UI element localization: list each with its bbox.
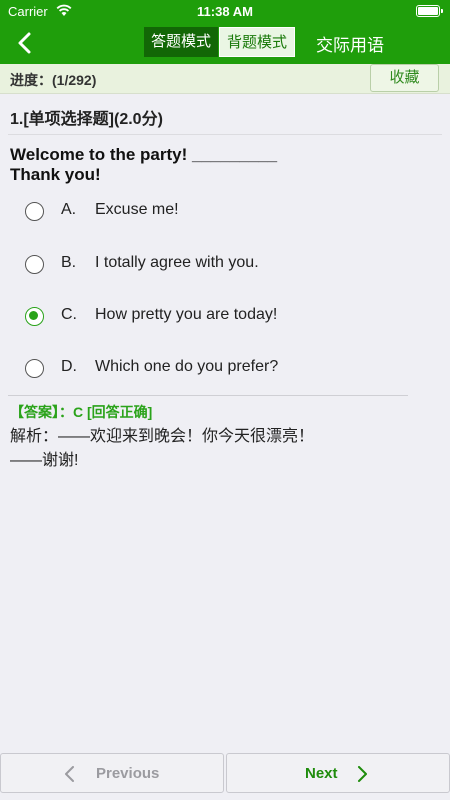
tab-answer-mode[interactable]: 答题模式 <box>144 27 219 57</box>
option-text: Which one do you prefer? <box>95 358 279 375</box>
question-line-2: Thank you! <box>10 165 101 184</box>
next-button[interactable]: Next <box>226 753 450 793</box>
option-letter: D. <box>61 358 77 375</box>
analysis-text: 解析：——欢迎来到晚会！你今天很漂亮！ ——谢谢! <box>10 425 430 473</box>
progress-bar: 进度：(1/292) 收藏 <box>0 64 450 94</box>
previous-label: Previous <box>96 765 160 782</box>
next-label: Next <box>305 765 338 782</box>
tab-review-mode[interactable]: 背题模式 <box>219 27 296 57</box>
radio-icon[interactable] <box>25 359 44 378</box>
question-header: 1.[单项选择题](2.0分) <box>10 111 163 128</box>
status-bar: Carrier 11:38 AM <box>0 0 450 22</box>
option-letter: C. <box>61 306 77 323</box>
back-button[interactable] <box>8 28 40 58</box>
option-text: Excuse me! <box>95 201 179 218</box>
nav-title: 交际用语 <box>316 36 384 55</box>
option-d[interactable]: D. Which one do you prefer? <box>0 346 450 390</box>
divider <box>8 134 442 135</box>
battery-icon <box>416 5 443 17</box>
progress-label: 进度：(1/292) <box>10 72 97 88</box>
option-b[interactable]: B. I totally agree with you. <box>0 242 450 286</box>
mode-tabs: 答题模式 背题模式 <box>144 27 296 57</box>
clock: 11:38 AM <box>197 4 253 19</box>
answer-result: 【答案】：C [回答正确] <box>10 404 153 420</box>
radio-icon[interactable] <box>25 255 44 274</box>
divider <box>8 395 408 396</box>
chevron-left-icon <box>18 32 31 54</box>
option-text: How pretty you are today! <box>95 306 278 323</box>
radio-icon[interactable] <box>25 202 44 221</box>
option-c[interactable]: C. How pretty you are today! <box>0 294 450 338</box>
option-text: I totally agree with you. <box>95 254 259 271</box>
nav-bar: 答题模式 背题模式 交际用语 <box>0 22 450 64</box>
analysis-line-2: ——谢谢! <box>10 452 79 469</box>
bottom-nav: Previous Next <box>0 753 450 800</box>
chevron-left-icon <box>65 766 74 782</box>
analysis-line-1: 解析：——欢迎来到晚会！你今天很漂亮！ <box>10 428 315 445</box>
radio-checked-icon[interactable] <box>25 307 44 326</box>
option-letter: B. <box>61 254 77 271</box>
question-text: Welcome to the party! _________ Thank yo… <box>10 145 430 185</box>
chevron-right-icon <box>358 766 367 782</box>
option-a[interactable]: A. Excuse me! <box>0 189 450 233</box>
option-letter: A. <box>61 201 77 218</box>
question-line-1: Welcome to the party! _________ <box>10 145 278 164</box>
previous-button[interactable]: Previous <box>0 753 224 793</box>
favorite-button[interactable]: 收藏 <box>370 64 439 92</box>
